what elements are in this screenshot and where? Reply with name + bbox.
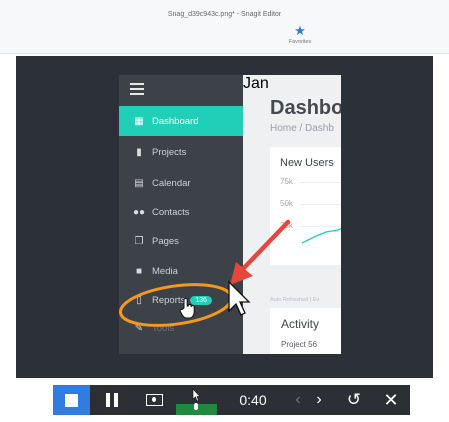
microphone-icon bbox=[192, 388, 201, 410]
pause-button[interactable] bbox=[97, 385, 127, 415]
webcam-button[interactable] bbox=[139, 385, 169, 415]
microphone-button[interactable] bbox=[176, 385, 217, 415]
orange-highlight-ellipse[interactable] bbox=[118, 278, 234, 331]
restart-icon[interactable]: ↺ bbox=[339, 385, 369, 415]
recording-timer: 0:40 bbox=[239, 392, 267, 408]
annotation-layer bbox=[118, 219, 291, 331]
close-icon[interactable]: ✕ bbox=[376, 385, 406, 415]
stop-icon bbox=[65, 393, 78, 407]
red-arrow-annotation[interactable] bbox=[230, 219, 291, 285]
snagit-editor-window: Snag_d39c943c.png* - Snagit Editor ★ Fav… bbox=[0, 0, 449, 422]
hand-cursor-icon bbox=[179, 297, 195, 319]
chevron-right-icon[interactable]: › bbox=[310, 385, 328, 415]
recorder-toolbar: 0:40 ‹ › ↺ ✕ bbox=[53, 385, 410, 415]
webcam-icon bbox=[145, 394, 163, 406]
chevron-left-icon[interactable]: ‹ bbox=[289, 385, 307, 415]
pause-icon bbox=[106, 393, 118, 407]
mouse-cursor-icon bbox=[228, 280, 251, 316]
stop-button[interactable] bbox=[53, 385, 90, 415]
